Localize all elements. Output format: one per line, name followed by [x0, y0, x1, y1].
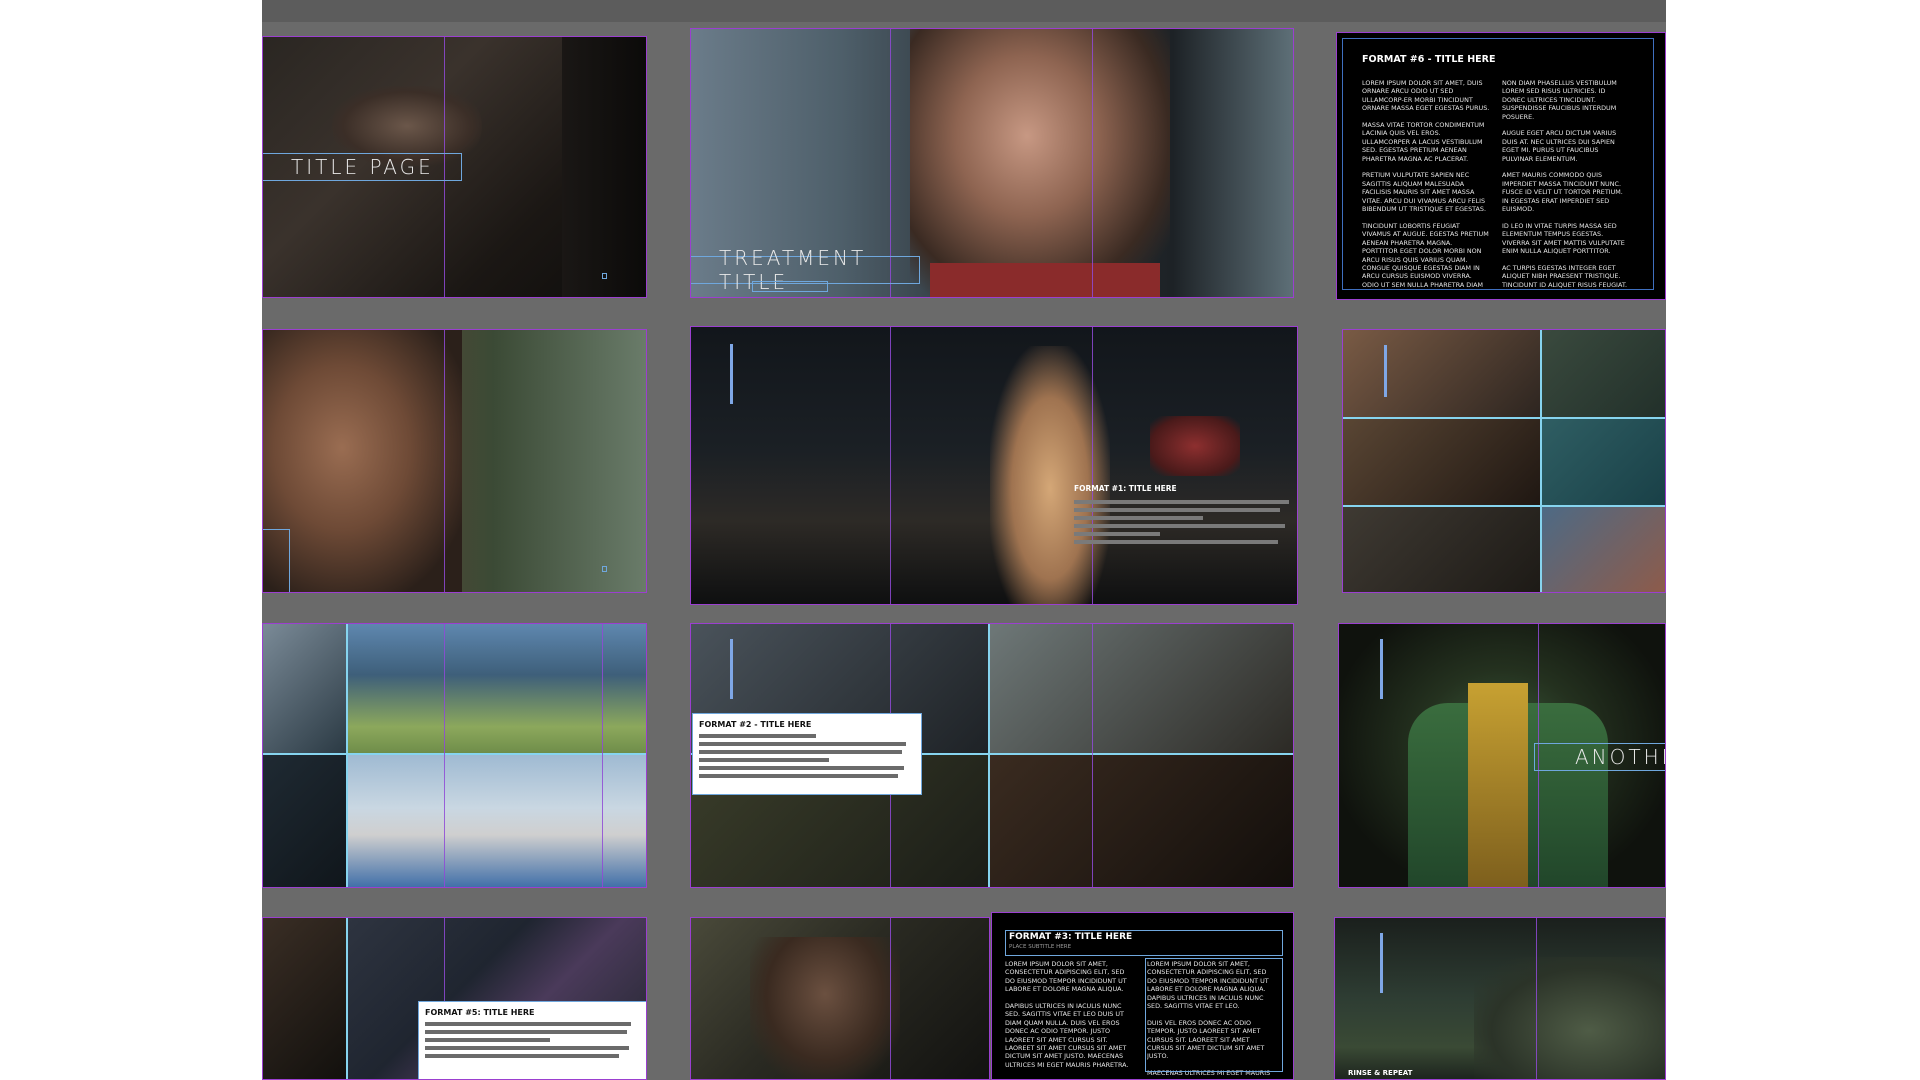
cell-divider — [262, 753, 647, 755]
format1-placeholder-lines[interactable] — [1074, 496, 1289, 548]
car-lights — [1150, 416, 1240, 476]
text-frame-stub[interactable] — [262, 529, 290, 593]
treatment-title[interactable]: TREATMENT TITLE — [690, 246, 920, 294]
photo-man-night — [990, 755, 1294, 888]
format3-subtitle[interactable]: PLACE SUBTITLE HERE — [1009, 944, 1071, 950]
page-boy-reading[interactable] — [690, 917, 990, 1080]
cell-divider — [1342, 417, 1666, 419]
stadium-crowd — [1474, 957, 1666, 1080]
column-guide — [890, 917, 891, 1080]
layout-tick — [730, 344, 733, 404]
column-guide — [1092, 326, 1093, 605]
subtitle-frame[interactable] — [752, 281, 828, 292]
boy-figure — [750, 937, 900, 1080]
dark-shoulder — [562, 36, 647, 298]
photo-piano — [1342, 419, 1540, 505]
photo-hand-ball — [262, 917, 346, 1080]
page-title-page[interactable]: TITLE PAGE — [262, 36, 647, 298]
page-format1[interactable]: FORMAT #1: TITLE HERE — [690, 326, 1298, 605]
photo-woman — [1342, 507, 1540, 593]
column-guide — [444, 329, 445, 593]
column-guide — [1092, 623, 1093, 888]
layout-canvas: TITLE PAGE TREATMENT TITLE FORMAT #6 - T… — [262, 0, 1666, 1080]
column-guide — [890, 326, 891, 605]
column-guide — [1536, 917, 1537, 1080]
portrait-face — [262, 329, 462, 593]
cell-divider — [1540, 329, 1542, 593]
page-rinse-repeat[interactable]: RINSE & REPEAT — [1334, 917, 1666, 1080]
layout-tick — [1380, 639, 1383, 699]
red-shirt — [930, 263, 1160, 298]
format5-textbox[interactable]: FORMAT #5: TITLE HERE — [418, 1001, 647, 1080]
frame-marker — [602, 273, 607, 279]
page-grid-six[interactable] — [1342, 329, 1666, 593]
photo-camera — [262, 623, 346, 753]
cell-divider — [988, 623, 990, 888]
photo-boy — [1342, 329, 1540, 417]
page-baseball[interactable] — [262, 623, 647, 888]
column-frame[interactable] — [1145, 958, 1283, 1072]
pasteboard-top-strip — [262, 0, 1666, 22]
page-title[interactable]: TITLE PAGE — [262, 153, 462, 181]
page-portrait-man[interactable] — [262, 329, 647, 593]
photo-cap-man — [1542, 507, 1666, 593]
column-guide — [444, 623, 445, 888]
column-guide — [602, 623, 603, 888]
page-format6[interactable]: FORMAT #6 - TITLE HERE LOREM IPSUM DOLOR… — [1336, 32, 1666, 300]
layout-tick — [730, 639, 733, 699]
format2-title[interactable]: FORMAT #2 - TITLE HERE — [699, 720, 915, 729]
frame-marker — [602, 566, 607, 572]
format1-title[interactable]: FORMAT #1: TITLE HERE — [1074, 484, 1177, 493]
rinse-title[interactable]: RINSE & REPEAT — [1348, 1069, 1412, 1077]
photo-room — [1542, 329, 1666, 417]
portrait-face — [910, 28, 1170, 298]
format5-title[interactable]: FORMAT #5: TITLE HERE — [425, 1008, 640, 1017]
format3-title[interactable]: FORMAT #3: TITLE HERE — [1009, 932, 1132, 942]
format3-column-1[interactable]: LOREM IPSUM DOLOR SIT AMET, CONSECTETUR … — [1005, 960, 1135, 1080]
layout-tick — [1384, 345, 1387, 397]
column-guide — [1092, 28, 1093, 298]
photo-girl — [1542, 419, 1666, 505]
cell-divider — [346, 623, 348, 888]
cell-divider — [346, 917, 348, 1080]
page-treatment-title[interactable]: TREATMENT TITLE — [690, 28, 1294, 298]
yellow-scarf — [1468, 683, 1528, 888]
format6-title[interactable]: FORMAT #6 - TITLE HERE — [1362, 54, 1495, 65]
page-format5[interactable]: FORMAT #5: TITLE HERE — [262, 917, 647, 1080]
format6-column-1[interactable]: LOREM IPSUM DOLOR SIT AMET, DUIS ORNARE … — [1362, 79, 1490, 289]
photo-driver — [990, 623, 1294, 753]
format2-textbox[interactable]: FORMAT #2 - TITLE HERE — [692, 713, 922, 795]
page-format2[interactable]: FORMAT #2 - TITLE HERE — [690, 623, 1294, 888]
layout-tick — [1380, 933, 1383, 993]
page-another[interactable]: ANOTHER — [1338, 623, 1666, 888]
format6-column-2[interactable]: NON DIAM PHASELLUS VESTIBULUM LOREM SED … — [1502, 79, 1630, 289]
page-format3[interactable]: FORMAT #3: TITLE HERE PLACE SUBTITLE HER… — [991, 912, 1294, 1080]
another-title[interactable]: ANOTHER — [1534, 743, 1666, 771]
photo-dark — [262, 755, 346, 888]
cell-divider — [1342, 505, 1666, 507]
